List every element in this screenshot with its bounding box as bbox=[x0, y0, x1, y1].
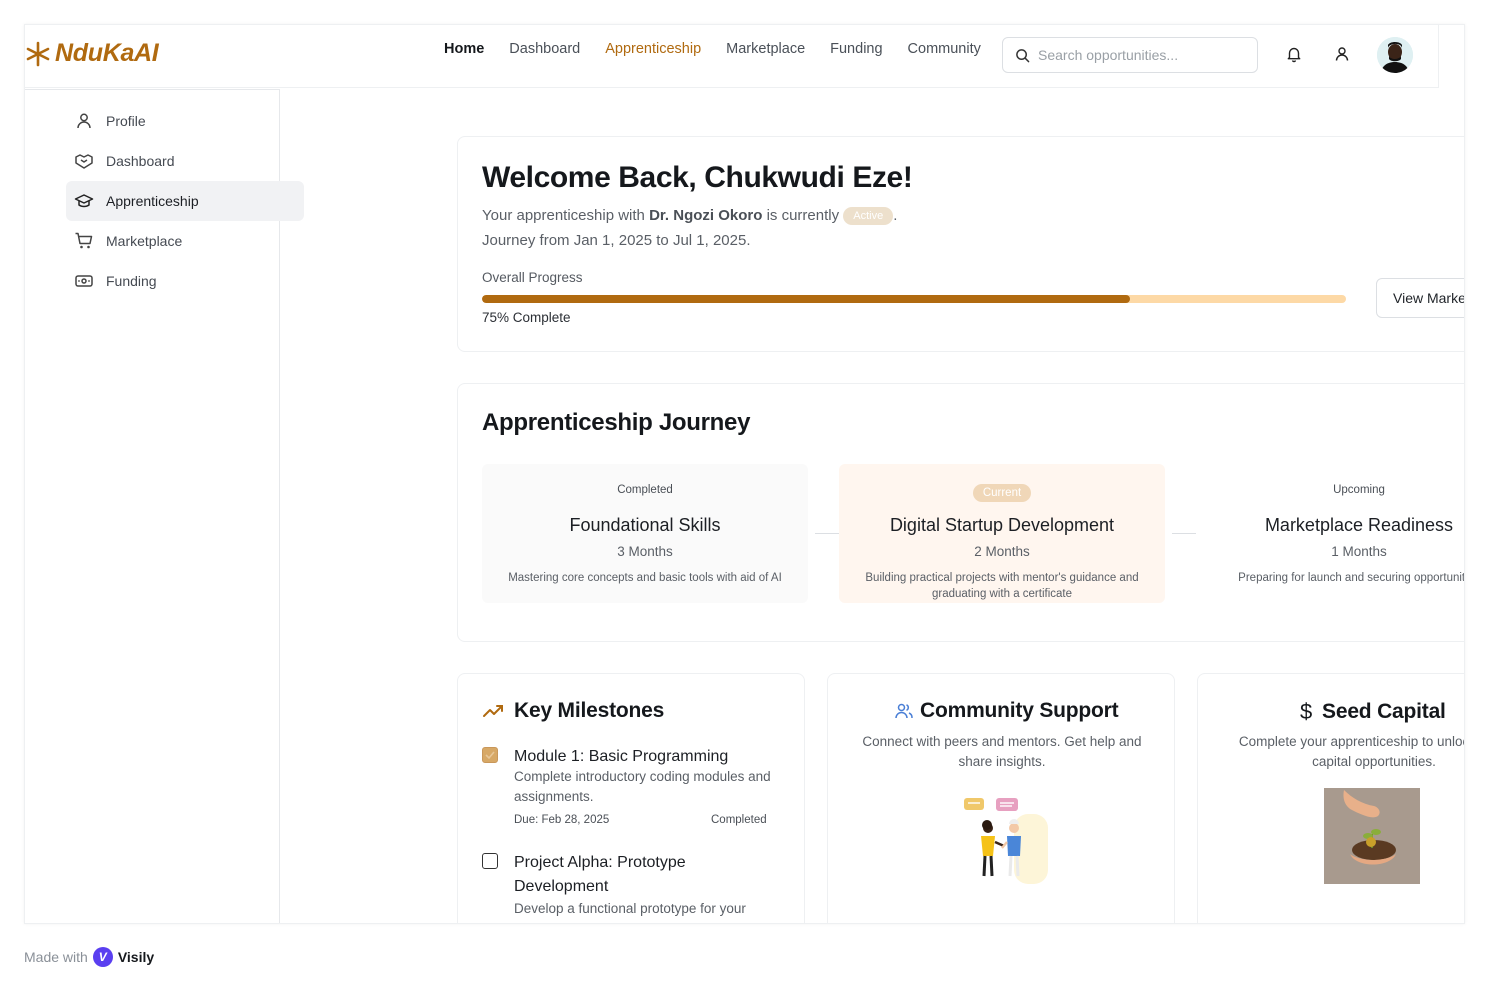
milestones-card: Key Milestones Module 1: Basic Programmi… bbox=[457, 673, 805, 923]
stage-connector bbox=[815, 533, 839, 534]
visily-logo-icon: V bbox=[92, 947, 113, 967]
stage-description: Building practical projects with mentor'… bbox=[865, 572, 1139, 600]
milestone-state: Completed bbox=[711, 814, 767, 826]
logo[interactable]: NduKaAI bbox=[25, 39, 159, 68]
view-marketplace-button[interactable]: View Marketplace bbox=[1376, 278, 1464, 318]
progress-bar bbox=[482, 295, 1346, 303]
brand-name: NduKaAI bbox=[55, 39, 159, 67]
seed-capital-image bbox=[1324, 788, 1420, 884]
mentor-name[interactable]: Dr. Ngozi Okoro bbox=[649, 207, 762, 224]
sidebar-item-apprenticeship[interactable]: Apprenticeship bbox=[66, 181, 304, 221]
seed-title: Seed Capital bbox=[1322, 700, 1446, 723]
stage-status: Upcoming bbox=[1333, 484, 1385, 496]
status-line-prefix: Your apprenticeship with bbox=[482, 207, 645, 224]
sidebar-item-label: Funding bbox=[106, 273, 157, 289]
users-icon bbox=[895, 703, 913, 719]
top-header: NduKaAI Home Dashboard Apprenticeship Ma… bbox=[25, 25, 1439, 88]
current-stage-pill: Current bbox=[972, 484, 1032, 502]
dollar-icon: $ bbox=[1300, 699, 1313, 724]
sidebar-item-marketplace[interactable]: Marketplace bbox=[66, 221, 304, 261]
visily-brand: Visily bbox=[117, 949, 155, 965]
stage-name: Foundational Skills bbox=[569, 515, 721, 535]
stage-duration: 2 Months bbox=[974, 544, 1030, 559]
community-description: Connect with peers and mentors. Get help… bbox=[862, 734, 1142, 769]
search-icon bbox=[1016, 48, 1030, 62]
search-box bbox=[1002, 37, 1258, 73]
trending-up-icon bbox=[483, 705, 503, 717]
nav-funding[interactable]: Funding bbox=[830, 41, 882, 57]
stage-duration: 1 Months bbox=[1331, 544, 1387, 559]
asterisk-logo-icon bbox=[26, 41, 50, 66]
journey-title: Apprenticeship Journey bbox=[482, 409, 751, 436]
sidebar-item-label: Apprenticeship bbox=[106, 193, 199, 209]
milestone-title: Project Alpha: Prototype Development bbox=[514, 854, 686, 895]
journey-dates: Journey from Jan 1, 2025 to Jul 1, 2025. bbox=[482, 232, 751, 249]
stage-card-completed[interactable]: Completed Foundational Skills 3 Months M… bbox=[482, 464, 808, 603]
avatar-image bbox=[1377, 37, 1413, 73]
graduation-cap-icon bbox=[74, 194, 94, 208]
stage-description: Mastering core concepts and basic tools … bbox=[508, 572, 782, 584]
sidebar-item-label: Profile bbox=[106, 113, 146, 129]
community-title-row: Community Support bbox=[894, 699, 1119, 723]
sidebar-item-funding[interactable]: Funding bbox=[66, 261, 304, 301]
sidebar-item-profile[interactable]: Profile bbox=[66, 101, 304, 141]
bell-icon[interactable] bbox=[1285, 45, 1303, 63]
milestone-due-date: Due: Feb 28, 2025 bbox=[514, 814, 610, 826]
check-icon bbox=[485, 751, 495, 760]
milestone-checkbox[interactable] bbox=[482, 853, 498, 869]
sidebar-item-label: Marketplace bbox=[106, 233, 183, 249]
stage-connector bbox=[1172, 533, 1196, 534]
stage-card-upcoming[interactable]: Upcoming Marketplace Readiness 1 Months … bbox=[1196, 464, 1465, 603]
seed-title-row: $ Seed Capital bbox=[1300, 699, 1446, 725]
nav-dashboard[interactable]: Dashboard bbox=[509, 41, 580, 57]
sidebar-item-dashboard[interactable]: Dashboard bbox=[66, 141, 304, 181]
sidebar-item-label: Dashboard bbox=[106, 153, 175, 169]
money-icon bbox=[75, 275, 93, 287]
milestone-checkbox[interactable] bbox=[482, 747, 498, 763]
community-illustration bbox=[964, 798, 1048, 884]
milestone-description: Develop a functional prototype for your … bbox=[514, 901, 746, 923]
community-card: Community Support Connect with peers and… bbox=[827, 673, 1175, 923]
stage-name: Digital Startup Development bbox=[889, 515, 1115, 535]
welcome-title: Welcome Back, Chukwudi Eze! bbox=[482, 161, 913, 194]
seed-description: Complete your apprenticeship to unlock s… bbox=[1238, 734, 1464, 769]
milestone-description: Complete introductory coding modules and… bbox=[514, 769, 771, 804]
seed-capital-card: $ Seed Capital Complete your apprentices… bbox=[1197, 673, 1464, 923]
nav-community[interactable]: Community bbox=[908, 41, 981, 57]
stage-duration: 3 Months bbox=[617, 544, 673, 559]
journey-card: Apprenticeship Journey Completed Foundat… bbox=[457, 383, 1465, 642]
search-input[interactable] bbox=[1038, 47, 1238, 63]
status-badge: Active bbox=[843, 207, 894, 225]
status-line-suffix: . bbox=[893, 207, 898, 224]
user-icon[interactable] bbox=[1333, 45, 1351, 63]
progress-text: 75% Complete bbox=[482, 310, 571, 325]
milestones-title: Key Milestones bbox=[514, 699, 665, 722]
stage-card-current[interactable]: Current Digital Startup Development 2 Mo… bbox=[839, 464, 1165, 603]
stage-status: Current bbox=[839, 484, 1165, 502]
user-icon bbox=[77, 113, 91, 129]
nav-home[interactable]: Home bbox=[444, 41, 484, 57]
status-line-mid: is currently bbox=[766, 207, 840, 224]
stage-description: Preparing for launch and securing opport… bbox=[1238, 572, 1465, 584]
app-frame: NduKaAI Home Dashboard Apprenticeship Ma… bbox=[24, 24, 1465, 924]
welcome-card: Welcome Back, Chukwudi Eze! Your apprent… bbox=[457, 136, 1464, 352]
community-title: Community Support bbox=[920, 699, 1119, 722]
nav-marketplace[interactable]: Marketplace bbox=[726, 41, 805, 57]
sidebar: Profile Dashboard Apprenticeship Marketp… bbox=[25, 89, 304, 923]
stage-name: Marketplace Readiness bbox=[1264, 515, 1454, 535]
made-with-text: Made with bbox=[24, 949, 88, 965]
avatar[interactable] bbox=[1377, 37, 1413, 73]
stage-status: Completed bbox=[617, 484, 673, 496]
milestones-title-row: Key Milestones bbox=[482, 699, 664, 723]
main-nav: Home Dashboard Apprenticeship Marketplac… bbox=[444, 41, 981, 57]
made-with-badge[interactable]: Made with V Visily bbox=[24, 947, 154, 967]
apprenticeship-status-line: Your apprenticeship with Dr. Ngozi Okoro… bbox=[482, 207, 897, 225]
cart-icon bbox=[75, 232, 93, 249]
progress-bar-fill bbox=[482, 295, 1130, 303]
handshake-icon bbox=[75, 154, 93, 169]
progress-label: Overall Progress bbox=[482, 270, 583, 285]
nav-apprenticeship[interactable]: Apprenticeship bbox=[605, 41, 701, 57]
milestone-title: Module 1: Basic Programming bbox=[514, 748, 729, 765]
